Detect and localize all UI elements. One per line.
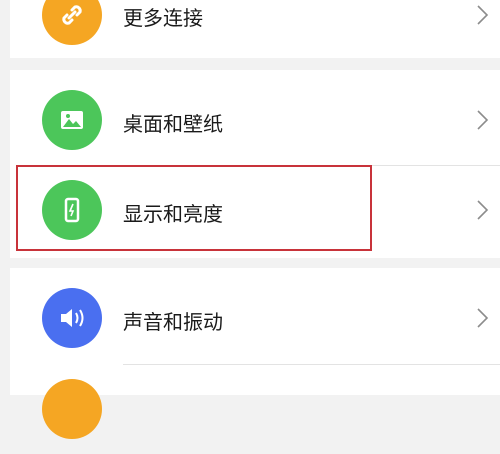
- settings-item-label: 声音和振动: [123, 310, 223, 334]
- settings-item-partial[interactable]: [10, 364, 500, 454]
- link-icon: [42, 0, 102, 45]
- highlight-box: [16, 165, 372, 251]
- image-icon: [42, 90, 102, 150]
- speaker-icon: [42, 288, 102, 348]
- settings-item-label: 更多连接: [123, 6, 203, 30]
- settings-item-sound-vibration[interactable]: 声音和振动: [10, 273, 500, 363]
- settings-item-label: 桌面和壁纸: [123, 112, 223, 136]
- settings-item-desktop-wallpaper[interactable]: 桌面和壁纸: [10, 75, 500, 165]
- settings-group-connections: 更多连接: [10, 0, 500, 58]
- chevron-right-icon: [477, 110, 489, 130]
- settings-item-more-connections[interactable]: 更多连接: [10, 0, 500, 60]
- chevron-right-icon: [477, 200, 489, 220]
- chevron-right-icon: [477, 308, 489, 328]
- settings-group-sound: 声音和振动: [10, 268, 500, 439]
- partial-icon: [42, 379, 102, 439]
- chevron-right-icon: [477, 5, 489, 25]
